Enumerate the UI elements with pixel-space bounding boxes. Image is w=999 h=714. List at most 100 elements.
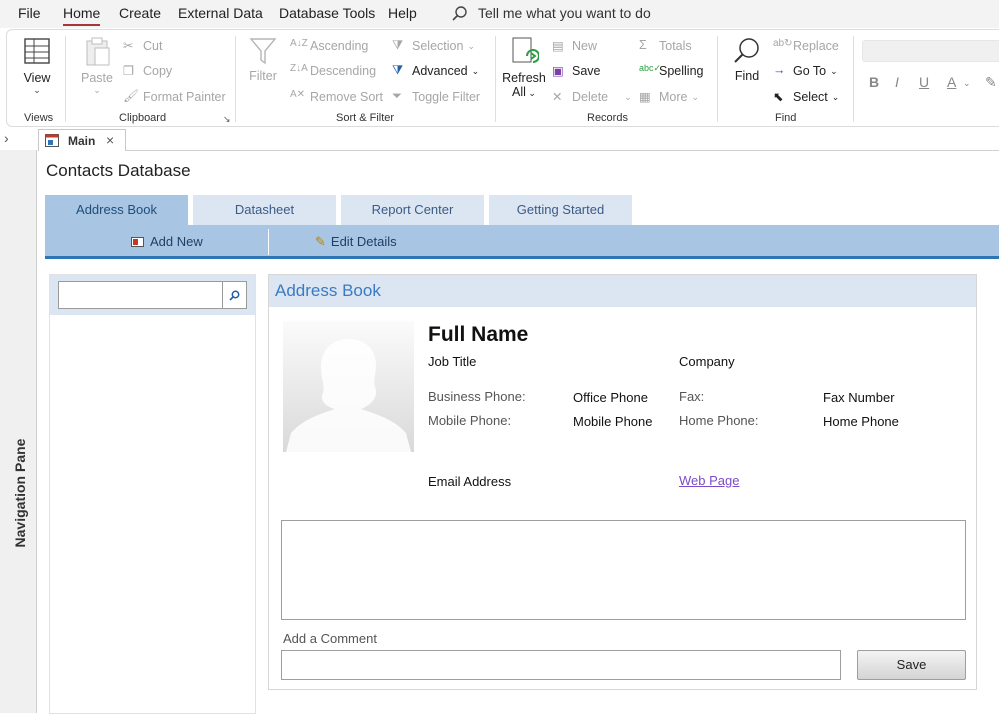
font-color-button[interactable]: A xyxy=(947,74,956,90)
web-page-link[interactable]: Web Page xyxy=(679,473,739,488)
delete-x-icon: ✕ xyxy=(552,90,563,104)
form-title: Contacts Database xyxy=(46,161,191,180)
tab-report-center[interactable]: Report Center xyxy=(341,195,484,225)
navigation-pane[interactable]: Navigation Pane xyxy=(0,150,37,713)
contact-photo[interactable] xyxy=(283,321,414,452)
menu-external-data[interactable]: External Data xyxy=(178,5,263,21)
descending-button[interactable]: Z↓A Descending xyxy=(290,63,376,79)
select-label: Select xyxy=(793,90,828,104)
menu-file[interactable]: File xyxy=(18,5,41,21)
add-comment-label: Add a Comment xyxy=(283,631,377,646)
more-label: More xyxy=(659,90,688,104)
select-chevron-icon: ⌄ xyxy=(831,91,840,102)
new-record-button[interactable]: ▤ New xyxy=(552,38,597,54)
remove-sort-button[interactable]: A✕ Remove Sort xyxy=(290,89,383,105)
edit-details-button[interactable]: ✎ Edit Details xyxy=(315,234,397,250)
menu-database-tools[interactable]: Database Tools xyxy=(279,5,375,21)
email-address: Email Address xyxy=(428,474,512,489)
cut-button[interactable]: ✂ Cut xyxy=(123,38,162,54)
save-comment-button[interactable]: Save xyxy=(857,650,966,680)
ribbon-divider xyxy=(235,36,236,122)
paste-button[interactable]: Paste ⌄ xyxy=(77,36,117,96)
tab-getting-started[interactable]: Getting Started xyxy=(489,195,632,225)
format-painter-label: Format Painter xyxy=(143,90,226,104)
comment-input[interactable] xyxy=(281,650,841,680)
arrow-right-icon: → xyxy=(773,63,786,77)
spelling-button[interactable]: abc✓ Spelling xyxy=(639,63,703,79)
save-record-button[interactable]: ▣ Save xyxy=(552,63,601,79)
select-button[interactable]: ⬉ Select ⌄ xyxy=(773,89,839,105)
business-phone-value: Office Phone xyxy=(573,390,648,405)
selection-button[interactable]: ⧩ Selection ⌄ xyxy=(392,38,475,54)
selection-label: Selection xyxy=(412,39,464,53)
save-record-icon: ▣ xyxy=(552,64,564,78)
copy-label: Copy xyxy=(143,64,173,78)
refresh-label-all: All xyxy=(512,85,526,99)
full-name: Full Name xyxy=(428,323,529,346)
copy-icon: ❐ xyxy=(123,64,135,78)
person-silhouette-icon xyxy=(286,339,411,452)
edit-details-label: Edit Details xyxy=(330,234,397,249)
find-button[interactable]: Find xyxy=(729,36,765,83)
tab-main-label: Main xyxy=(68,134,96,148)
font-color-chevron-icon[interactable]: ⌄ xyxy=(963,78,971,89)
toggle-filter-button[interactable]: ⏷ Toggle Filter xyxy=(392,89,480,105)
paste-chevron-icon: ⌄ xyxy=(93,85,101,95)
clipboard-launcher-icon[interactable]: ↘ xyxy=(223,114,231,125)
spelling-label: Spelling xyxy=(659,64,704,78)
tab-main[interactable]: Main × xyxy=(38,129,126,151)
italic-button[interactable]: I xyxy=(895,74,899,90)
lightbulb-search-icon xyxy=(452,6,467,21)
paste-label: Paste xyxy=(81,71,113,85)
add-new-button[interactable]: Add New xyxy=(131,234,203,249)
refresh-all-button[interactable]: Refresh All ⌄ xyxy=(501,36,547,99)
ribbon-divider xyxy=(717,36,718,122)
search-button[interactable] xyxy=(223,281,247,309)
toggle-filter-label: Toggle Filter xyxy=(412,90,481,104)
notes-box[interactable] xyxy=(281,520,966,620)
contacts-form: Contacts Database Address Book Datasheet… xyxy=(38,151,999,714)
tab-datasheet[interactable]: Datasheet xyxy=(193,195,336,225)
home-phone-label: Home Phone: xyxy=(679,413,759,428)
chevron-right-icon[interactable]: › xyxy=(4,130,9,146)
more-chevron-icon: ⌄ xyxy=(691,91,700,102)
font-name-box[interactable] xyxy=(862,40,999,62)
menu-help[interactable]: Help xyxy=(388,5,417,21)
sort-ascending-icon: A↓Z xyxy=(290,38,308,49)
more-button[interactable]: ▦ More ⌄ xyxy=(639,89,699,105)
go-to-label: Go To xyxy=(793,64,827,78)
navigation-pane-label: Navigation Pane xyxy=(12,438,28,548)
highlight-icon[interactable]: ✎ xyxy=(985,74,997,91)
menu-home[interactable]: Home xyxy=(63,5,101,26)
funnel-icon xyxy=(249,38,277,65)
advanced-button[interactable]: ⧩ Advanced ⌄ xyxy=(392,63,479,79)
fax-value: Fax Number xyxy=(823,390,895,405)
search-input[interactable] xyxy=(58,281,223,309)
tab-address-book[interactable]: Address Book xyxy=(45,195,188,225)
close-icon[interactable]: × xyxy=(106,132,114,148)
ascending-button[interactable]: A↓Z Ascending xyxy=(290,38,368,54)
filter-button[interactable]: Filter xyxy=(245,36,281,83)
copy-button[interactable]: ❐ Copy xyxy=(123,63,172,79)
sigma-icon: Σ xyxy=(639,38,647,52)
view-button[interactable]: View ⌄ xyxy=(17,36,57,96)
cursor-arrow-icon: ⬉ xyxy=(773,90,784,104)
refresh-icon xyxy=(512,37,540,63)
pencil-icon: ✎ xyxy=(315,234,326,249)
bold-button[interactable]: B xyxy=(869,74,879,90)
add-contact-icon xyxy=(131,237,144,247)
delete-record-button[interactable]: ✕ Delete ⌄ xyxy=(552,89,632,105)
totals-button[interactable]: Σ Totals xyxy=(639,38,692,54)
replace-button[interactable]: ab↻ Replace xyxy=(773,38,839,54)
refresh-label: Refresh xyxy=(502,71,546,85)
magnifier-icon xyxy=(734,38,759,63)
menu-create[interactable]: Create xyxy=(119,5,161,21)
go-to-chevron-icon: ⌄ xyxy=(830,65,838,76)
format-painter-button[interactable]: 🖌 Format Painter xyxy=(123,89,226,105)
advanced-filter-icon: ⧩ xyxy=(392,63,404,77)
group-label-sort-filter: Sort & Filter xyxy=(336,112,395,124)
ribbon: View ⌄ Views Paste ⌄ ✂ Cut ❐ Copy 🖌 Format … xyxy=(6,29,999,127)
go-to-button[interactable]: → Go To ⌄ xyxy=(773,63,838,79)
refresh-chevron-icon: ⌄ xyxy=(525,88,536,98)
underline-button[interactable]: U xyxy=(919,74,929,90)
